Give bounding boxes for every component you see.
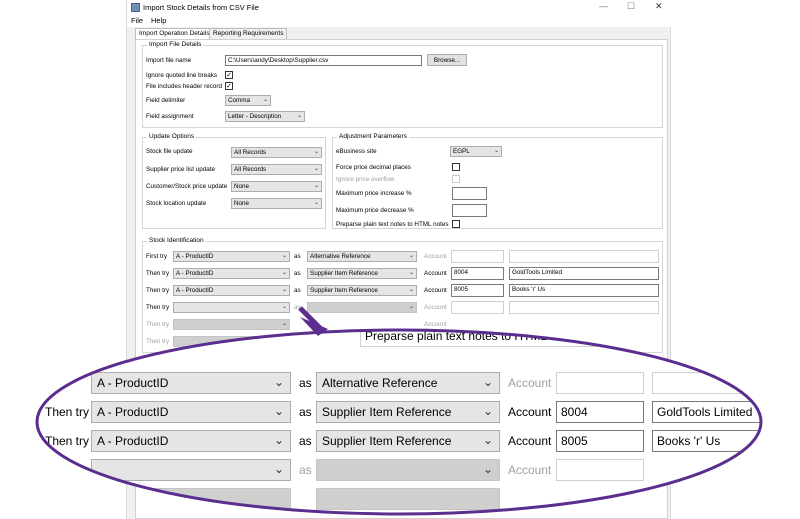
zoom-ref-select-2[interactable]: Supplier Item Reference ⌄ — [316, 401, 500, 423]
zoom-field-select-4[interactable]: ⌄ — [91, 459, 291, 481]
zoom-ref-value-2: Supplier Item Reference — [322, 405, 452, 419]
chevron-down-icon: ⌄ — [482, 433, 493, 447]
chevron-down-icon: ⌄ — [482, 462, 493, 476]
zoom-field-value-3: A - ProductID — [97, 434, 169, 448]
zoom-as-label-2: as — [299, 405, 312, 419]
zoom-account-label-4: Account — [508, 463, 552, 477]
zoom-field-select-3[interactable]: A - ProductID ⌄ — [91, 430, 291, 452]
zoom-field-value-1: A - ProductID — [97, 376, 169, 390]
zoom-account-input-2[interactable]: 8004 — [556, 401, 644, 423]
zoom-account-label-1: Account — [508, 376, 552, 390]
chevron-down-icon: ⌄ — [273, 433, 284, 447]
zoom-field-select-1[interactable]: A - ProductID ⌄ — [91, 372, 291, 394]
zoom-ref-value-1: Alternative Reference — [322, 376, 438, 390]
chevron-down-icon: ⌄ — [482, 404, 493, 418]
zoom-as-label-3: as — [299, 434, 312, 448]
zoom-then-try-label-2: Then try — [45, 405, 90, 419]
zoom-field-select-2[interactable]: A - ProductID ⌄ — [91, 401, 291, 423]
zoom-ref-select-5[interactable] — [316, 488, 500, 510]
zoom-then-try-label-3: Then try — [45, 434, 90, 448]
zoom-ref-select-1[interactable]: Alternative Reference ⌄ — [316, 372, 500, 394]
chevron-down-icon: ⌄ — [273, 404, 284, 418]
zoom-account-input-4[interactable] — [556, 459, 644, 481]
chevron-down-icon: ⌄ — [482, 375, 493, 389]
chevron-down-icon: ⌄ — [273, 462, 284, 476]
chevron-down-icon: ⌄ — [273, 375, 284, 389]
zoom-account-input-3[interactable]: 8005 — [556, 430, 644, 452]
zoom-account-input-1[interactable] — [556, 372, 644, 394]
zoom-field-value-2: A - ProductID — [97, 405, 169, 419]
zoom-as-label-1: as — [299, 376, 312, 390]
zoom-ref-select-3[interactable]: Supplier Item Reference ⌄ — [316, 430, 500, 452]
zoom-account-label-3: Account — [508, 434, 552, 448]
zoom-as-label-4: as — [299, 463, 312, 477]
zoom-ref-value-3: Supplier Item Reference — [322, 434, 452, 448]
zoom-ref-select-4[interactable]: ⌄ — [316, 459, 500, 481]
zoom-account-label-2: Account — [508, 405, 552, 419]
